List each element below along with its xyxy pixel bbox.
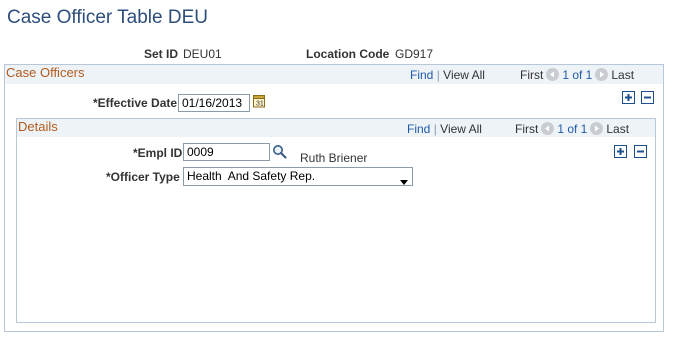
details-page-status: 1 of 1 xyxy=(557,122,588,136)
previous-arrow-icon[interactable] xyxy=(541,122,555,135)
case-officers-pager: First 1 of 1 Last xyxy=(520,68,634,82)
case-officers-nav: Find | View All xyxy=(410,68,485,82)
details-group xyxy=(16,118,656,323)
officer-type-label: *Officer Type xyxy=(106,170,180,184)
case-officers-find-link[interactable]: Find xyxy=(410,68,433,82)
case-officers-add-button[interactable] xyxy=(622,91,635,104)
case-officers-section-title: Case Officers xyxy=(6,65,85,80)
empl-id-label: *Empl ID xyxy=(133,146,183,160)
separator: | xyxy=(436,68,440,82)
set-id-label: Set ID xyxy=(144,47,179,61)
employee-name: Ruth Briener xyxy=(300,151,368,165)
separator: | xyxy=(433,122,437,136)
next-arrow-icon[interactable] xyxy=(595,68,609,81)
location-code-value: GD917 xyxy=(395,47,434,61)
case-officers-first-link[interactable]: First xyxy=(520,68,543,82)
page-title: Case Officer Table DEU xyxy=(7,7,208,28)
details-add-button[interactable] xyxy=(614,145,627,158)
set-id-value: DEU01 xyxy=(183,47,222,61)
case-officers-delete-button[interactable] xyxy=(641,91,654,104)
empl-id-field[interactable]: 0009 xyxy=(183,143,270,161)
details-last-link[interactable]: Last xyxy=(606,122,629,136)
next-arrow-icon[interactable] xyxy=(590,122,604,135)
officer-type-select[interactable]: Health And Safety Rep. xyxy=(183,167,413,186)
details-delete-button[interactable] xyxy=(634,145,647,158)
effective-date-field[interactable]: 01/16/2013 xyxy=(178,94,250,112)
officer-type-selected-value: Health And Safety Rep. xyxy=(187,169,316,183)
magnifier-icon[interactable] xyxy=(272,144,287,159)
details-nav: Find | View All xyxy=(407,122,482,136)
effective-date-label: *Effective Date xyxy=(93,96,178,110)
details-first-link[interactable]: First xyxy=(515,122,538,136)
location-code-label: Location Code xyxy=(306,47,390,61)
case-officers-view-all-link[interactable]: View All xyxy=(443,68,485,82)
calendar-icon[interactable]: 31 xyxy=(253,94,266,108)
details-pager: First 1 of 1 Last xyxy=(515,122,629,136)
case-officers-last-link[interactable]: Last xyxy=(611,68,634,82)
case-officers-page-status: 1 of 1 xyxy=(562,68,593,82)
details-view-all-link[interactable]: View All xyxy=(440,122,482,136)
chevron-down-icon[interactable] xyxy=(400,174,408,189)
details-find-link[interactable]: Find xyxy=(407,122,430,136)
previous-arrow-icon[interactable] xyxy=(546,68,560,81)
details-section-title: Details xyxy=(18,119,58,134)
svg-text:31: 31 xyxy=(256,101,264,108)
